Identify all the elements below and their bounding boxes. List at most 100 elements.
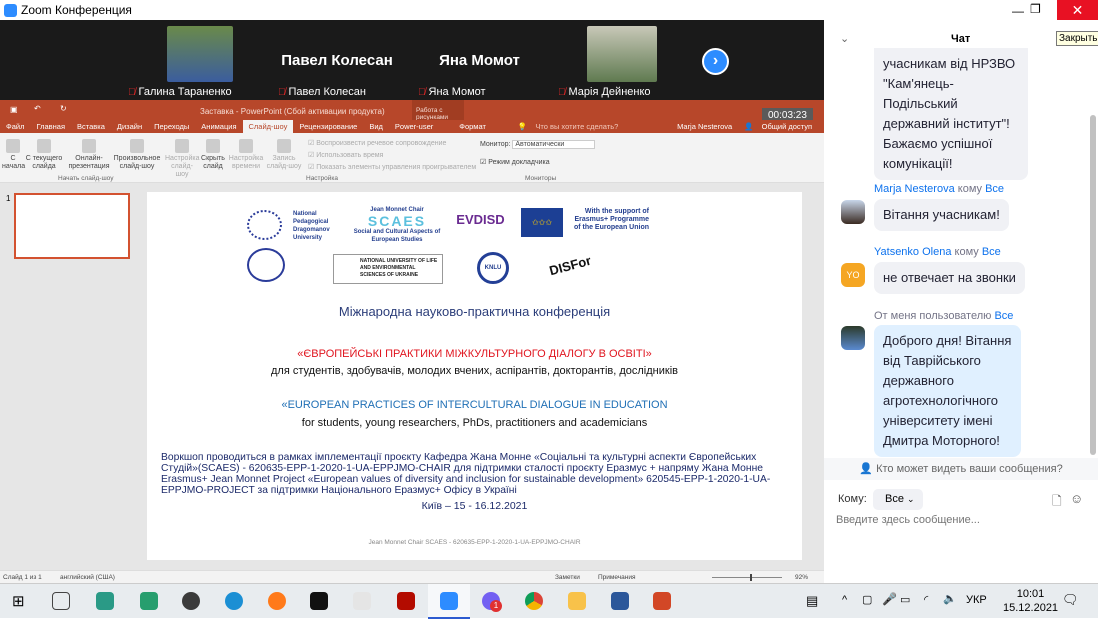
slide-thumbnail[interactable]	[14, 193, 130, 259]
share-button[interactable]: 👤 Общий доступ	[738, 122, 824, 131]
tab-review[interactable]: Рецензирование	[293, 122, 363, 131]
tab-home[interactable]: Главная	[30, 122, 71, 131]
share-label: Общий доступ	[761, 122, 812, 131]
ppt-document-title: Заставка - PowerPoint (Сбой активации пр…	[200, 107, 385, 116]
slide-title-en: «EUROPEAN PRACTICES OF INTERCULTURAL DIA…	[281, 399, 668, 411]
app-icon[interactable]	[140, 592, 158, 610]
scaes-sub: Social and Cultural Aspects of European …	[353, 229, 441, 243]
camera-icon[interactable]: ▢	[862, 593, 872, 606]
avatar	[841, 200, 865, 224]
tell-me-search[interactable]: 💡 Что вы хотите сделать?	[512, 122, 630, 131]
news-widget-icon[interactable]: ▤	[806, 593, 818, 609]
acrobat-icon[interactable]	[397, 592, 415, 610]
microphone-icon[interactable]: 🎤	[882, 592, 897, 606]
volume-icon[interactable]: 🔈	[943, 592, 957, 605]
emoji-icon[interactable]: ☺	[1070, 491, 1083, 506]
record-show-button[interactable]: Запись слайд-шоу	[266, 137, 302, 171]
tab-slideshow[interactable]: Слайд-шоу	[242, 120, 294, 133]
tab-file[interactable]: Файл	[0, 122, 30, 131]
muted-mic-icon: 🎙̸	[558, 86, 566, 98]
rehearse-timings-button[interactable]: Настройка времени	[228, 137, 264, 171]
custom-show-button[interactable]: Произвольное слайд-шоу	[113, 137, 161, 171]
setup-show-button[interactable]: Настройка слайд-шоу	[165, 137, 199, 179]
avatar: YO	[841, 263, 865, 287]
participant-name: Марія Дейненко	[568, 86, 651, 98]
edge-icon[interactable]	[225, 592, 243, 610]
close-button[interactable]: ✕	[1057, 0, 1098, 20]
slide-counter: Слайд 1 из 1	[3, 574, 42, 581]
app-icon[interactable]	[96, 592, 114, 610]
who-can-see-link[interactable]: 👤 Кто может видеть ваши сообщения?	[824, 458, 1098, 480]
windows-start-icon[interactable]: ⊞	[12, 592, 25, 610]
video-tile[interactable]: Яна Момот 🎙̸ Яна Момот	[412, 20, 547, 100]
zoom-taskbar-button[interactable]	[428, 584, 470, 619]
chevron-down-icon[interactable]: ⌄	[840, 32, 849, 45]
tab-insert[interactable]: Вставка	[71, 122, 111, 131]
eu-flag-icon: ✩✩✩	[521, 208, 563, 237]
slide-subtitle-en: for students, young researchers, PhDs, p…	[301, 417, 648, 429]
tab-animations[interactable]: Анимация	[195, 122, 242, 131]
chat-title: Чат	[951, 33, 971, 45]
online-presentation-button[interactable]: Онлайн-презентация	[65, 137, 113, 171]
tab-transitions[interactable]: Переходы	[148, 122, 195, 131]
media-player-icon[interactable]	[182, 592, 200, 610]
minimize-icon[interactable]: —	[1012, 4, 1024, 18]
from-current-button[interactable]: С текущего слайда	[25, 137, 63, 171]
video-tile[interactable]: 🎙̸ Галина Тараненко	[122, 20, 247, 100]
word-icon[interactable]	[611, 592, 629, 610]
hide-slide-button[interactable]: Скрыть слайд	[200, 137, 226, 171]
nubip-logo[interactable]: NATIONAL UNIVERSITY OF LIFE AND ENVIRONM…	[333, 254, 443, 284]
message-input[interactable]	[836, 514, 1086, 526]
clock[interactable]: 10:01 15.12.2021	[1003, 587, 1058, 615]
undo-icon[interactable]: ↶	[34, 104, 41, 113]
chat-message: не отвечает на звонки	[874, 262, 1025, 294]
message-recipient: Все	[981, 246, 1001, 258]
chevron-up-icon[interactable]: ^	[842, 594, 847, 606]
chat-panel: — ❐ ✕ Закрыть ⌄ Чат учасникам від НРЗВО …	[824, 0, 1098, 583]
media-controls-checkbox[interactable]: ☑ Показать элементы управления проигрыва…	[308, 162, 476, 174]
slack-icon[interactable]	[353, 592, 371, 610]
tab-power-user[interactable]: Power-user	[389, 122, 439, 131]
battery-icon[interactable]: ▭	[900, 593, 910, 606]
firefox-icon[interactable]	[268, 592, 286, 610]
chat-message: Вітання учасникам!	[874, 199, 1009, 231]
restore-icon[interactable]: ❐	[1030, 2, 1041, 16]
use-timings-checkbox[interactable]: ☑ Использовать время	[308, 150, 476, 162]
save-icon[interactable]: ▣	[10, 105, 18, 114]
video-tile[interactable]: Павел Колесан 🎙̸ Павел Колесан	[272, 20, 402, 100]
input-language[interactable]: УКР	[966, 594, 987, 606]
zoom-level[interactable]: 92%	[795, 574, 808, 581]
monitor-select[interactable]: Монитор: Автоматически	[480, 140, 596, 149]
status-bar: Слайд 1 из 1 английский (США) Заметки Пр…	[0, 570, 824, 583]
chrome-icon[interactable]	[525, 592, 543, 610]
recipient-dropdown[interactable]: Все ⌄	[873, 489, 923, 510]
language-indicator[interactable]: английский (США)	[60, 574, 115, 581]
webex-icon[interactable]	[310, 592, 328, 610]
task-view-icon[interactable]	[52, 592, 70, 610]
erasmus-text: With the support of Erasmus+ Programme o…	[573, 208, 649, 231]
next-page-button[interactable]: ›	[702, 48, 729, 75]
university-seal-logo	[247, 248, 285, 282]
tab-format[interactable]: Формат	[453, 122, 492, 131]
file-icon[interactable]: 🗋	[1052, 492, 1062, 513]
playback-options: ☑ Воспроизвести речевое сопровождение ☑ …	[308, 138, 476, 174]
file-explorer-icon[interactable]	[568, 592, 586, 610]
comments-button[interactable]: Примечания	[598, 574, 636, 581]
presenter-view-checkbox[interactable]: ☑ Режим докладчика	[480, 158, 550, 166]
video-tile[interactable]: 🎙̸ Марія Дейненко	[552, 20, 692, 100]
redo-icon[interactable]: ↻	[60, 104, 67, 113]
chat-scrollbar[interactable]	[1090, 115, 1096, 455]
zoom-slider[interactable]	[712, 574, 782, 581]
from-start-button[interactable]: С начала	[2, 137, 25, 171]
narrations-checkbox[interactable]: ☑ Воспроизвести речевое сопровождение	[308, 138, 476, 150]
tab-design[interactable]: Дизайн	[111, 122, 148, 131]
zoom-slider-thumb[interactable]	[750, 574, 752, 581]
notes-button[interactable]: Заметки	[555, 574, 580, 581]
notifications-icon[interactable]: 🗨	[1062, 592, 1079, 608]
powerpoint-icon[interactable]	[653, 592, 671, 610]
tab-view[interactable]: Вид	[363, 122, 389, 131]
video-strip: 🎙̸ Галина Тараненко Павел Колесан 🎙̸ Павел…	[0, 20, 824, 100]
message-sender: От меня пользователю	[874, 310, 992, 322]
knlu-logo[interactable]: KNLU	[477, 252, 509, 284]
wifi-icon[interactable]: ◜	[924, 593, 928, 606]
